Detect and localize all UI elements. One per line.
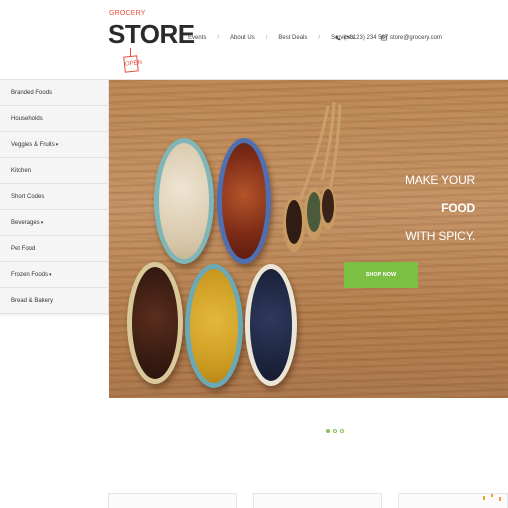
sidebar-item-veggies-fruits[interactable]: Veggies & Fruits▾ <box>0 132 108 158</box>
mail-icon <box>381 35 387 41</box>
main-nav: Events / About Us / Best Deals / Service… <box>188 35 354 41</box>
phone-icon <box>335 35 341 41</box>
hero-headline-line3: WITH SPICY. <box>405 229 475 243</box>
sidebar-item-label: Households <box>11 116 43 122</box>
decorative-icon <box>483 494 501 501</box>
spice-bowl-image <box>185 264 243 388</box>
slider-dot[interactable] <box>333 429 337 433</box>
sidebar-item-label: Short Codes <box>11 194 45 200</box>
sidebar-item-label: Branded Foods <box>11 90 53 96</box>
spice-bowl-image <box>154 138 214 264</box>
product-card[interactable] <box>108 493 237 508</box>
chevron-down-icon: ▾ <box>49 272 52 278</box>
logo-big-text: STORE <box>108 19 195 49</box>
sidebar-item-label: Veggies & Fruits <box>11 142 55 148</box>
sidebar-item-kitchen[interactable]: Kitchen <box>0 158 108 184</box>
category-sidebar: Branded Foods Households Veggies & Fruit… <box>0 80 109 316</box>
sidebar-item-short-codes[interactable]: Short Codes <box>0 184 108 210</box>
hero-headline-line2: FOOD <box>441 201 475 215</box>
hero-headline-line1: MAKE YOUR <box>405 173 475 187</box>
nav-item-events[interactable]: Events <box>188 35 206 41</box>
product-card[interactable] <box>398 493 508 508</box>
slider-pagination <box>326 429 344 433</box>
hero-banner: MAKE YOUR FOOD WITH SPICY. SHOP NOW <box>109 80 508 398</box>
nav-item-about-us[interactable]: About Us <box>230 35 255 41</box>
email-address: store@grocery.com <box>390 35 442 41</box>
contact-email[interactable]: store@grocery.com <box>381 35 442 41</box>
shop-now-button[interactable]: SHOP NOW <box>344 262 418 288</box>
nav-separator: / <box>217 35 220 41</box>
nav-separator: / <box>318 35 321 41</box>
nav-separator: / <box>265 35 268 41</box>
chevron-down-icon: ▾ <box>55 142 59 148</box>
product-card[interactable] <box>253 493 382 508</box>
spice-bowl-image <box>127 262 183 384</box>
sidebar-item-label: Kitchen <box>11 168 32 174</box>
sidebar-item-households[interactable]: Households <box>0 106 108 132</box>
logo-tag-string <box>130 48 131 56</box>
spice-bowl-image <box>217 138 271 264</box>
sidebar-item-pet-food[interactable]: Pet Food <box>0 236 108 262</box>
sidebar-item-label: Bread & Bakery <box>11 298 54 304</box>
sidebar-item-frozen-foods[interactable]: Frozen Foods▾ <box>0 262 108 288</box>
sidebar-item-label: Beverages <box>11 220 40 226</box>
sidebar-item-branded-foods[interactable]: Branded Foods <box>0 80 108 106</box>
slider-dot[interactable] <box>340 429 344 433</box>
sidebar-item-beverages[interactable]: Beverages▾ <box>0 210 108 236</box>
slider-dot[interactable] <box>326 429 330 433</box>
wooden-spoons-image <box>283 101 342 252</box>
logo-open-tag: OPEN <box>123 55 142 73</box>
logo-small-text: GROCERY <box>109 10 146 17</box>
spice-bowl-image <box>245 264 297 386</box>
sidebar-item-label: Pet Food <box>11 246 36 252</box>
sidebar-item-label: Frozen Foods <box>11 272 49 278</box>
sidebar-item-bread-bakery[interactable]: Bread & Bakery <box>0 288 108 314</box>
store-logo[interactable]: GROCERY STORE OPEN <box>108 10 195 73</box>
site-header: GROCERY STORE OPEN Events / About Us / B… <box>0 0 508 80</box>
nav-item-best-deals[interactable]: Best Deals <box>278 35 307 41</box>
chevron-down-icon: ▾ <box>40 220 44 226</box>
